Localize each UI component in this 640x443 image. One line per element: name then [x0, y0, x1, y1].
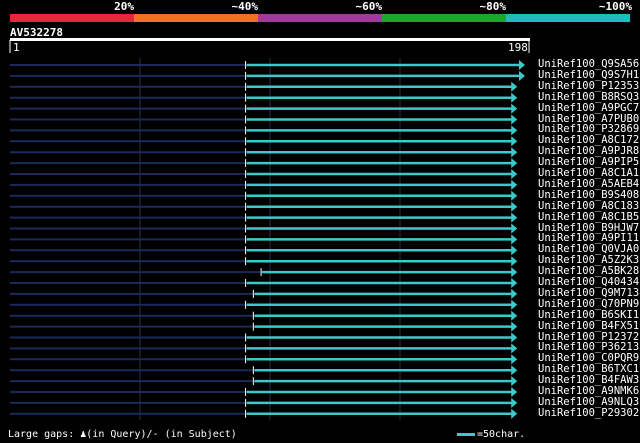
footer-scale-legend: =50char.: [457, 429, 525, 440]
hit-lines: [10, 60, 525, 419]
hit-arrow-icon: [511, 288, 518, 299]
hit-arrow-icon: [511, 408, 518, 419]
footer-in-subject: (in Subject): [158, 429, 237, 440]
hit-arrow-icon: [511, 376, 518, 387]
hit-arrow-icon: [511, 299, 518, 310]
footer-gaps-legend: Large gaps: ♟(in Query)/- (in Subject): [8, 429, 237, 440]
hit-arrow-icon: [511, 158, 518, 169]
hit-arrow-icon: [511, 125, 518, 136]
hit-arrow-icon: [511, 234, 518, 245]
legend-bar-icon: [457, 432, 475, 436]
hit-arrow-icon: [511, 343, 518, 354]
hit-arrow-icon: [511, 223, 518, 234]
hit-arrow-icon: [511, 278, 518, 288]
hit-arrow-icon: [511, 81, 518, 92]
hit-arrow-icon: [511, 321, 518, 332]
hit-arrow-icon: [519, 60, 525, 70]
hit-arrow-icon: [511, 212, 518, 223]
footer-legend-label: =50char.: [477, 429, 526, 440]
hit-label[interactable]: UniRef100_P29302: [538, 407, 639, 419]
hit-arrow-icon: [511, 245, 518, 256]
hit-arrow-icon: [511, 365, 518, 376]
hit-arrow-icon: [511, 201, 518, 212]
hit-arrow-icon: [511, 179, 518, 190]
hit-label[interactable]: UniRef100_B4FX51: [538, 320, 639, 332]
footer-large-gaps: Large gaps:: [8, 429, 81, 440]
hit-arrow-icon: [511, 147, 518, 158]
hit-arrow-icon: [511, 103, 518, 114]
hit-arrow-icon: [519, 70, 525, 81]
footer-in-query: (in Query)/: [86, 429, 153, 440]
blast-overview: 20% ~40% ~60% ~80% ~100% AV532278 1 198 …: [0, 0, 640, 443]
hit-arrow-icon: [511, 114, 518, 125]
hit-arrow-icon: [511, 169, 518, 179]
hit-arrow-icon: [511, 332, 518, 343]
hit-arrow-icon: [511, 256, 518, 267]
hit-arrow-icon: [511, 190, 518, 201]
hit-arrow-icon: [511, 310, 518, 321]
hit-arrow-icon: [511, 267, 518, 278]
query-bar: [10, 38, 530, 41]
hit-label[interactable]: UniRef100_A9PGC7: [538, 102, 639, 114]
hit-arrow-icon: [511, 136, 518, 147]
hit-arrow-icon: [511, 92, 518, 103]
hit-arrow-icon: [511, 397, 518, 408]
hit-arrow-icon: [511, 354, 518, 365]
hit-arrow-icon: [511, 387, 518, 397]
hit-label[interactable]: UniRef100_A8C1B5: [538, 211, 639, 223]
